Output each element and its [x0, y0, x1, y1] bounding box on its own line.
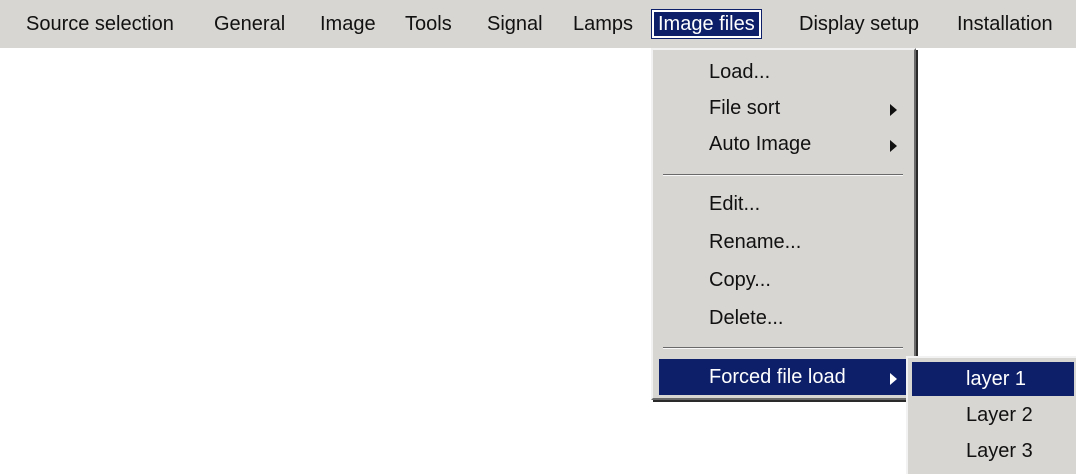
menubar-item-signal[interactable]: Signal	[487, 9, 543, 39]
menu-separator	[663, 347, 903, 349]
menu-item-label: Auto Image	[709, 133, 812, 155]
submenu-arrow-icon	[890, 373, 897, 385]
menu-item-label: Copy...	[709, 269, 771, 291]
menubar-item-source-selection[interactable]: Source selection	[26, 9, 174, 39]
menubar-item-tools[interactable]: Tools	[405, 9, 452, 39]
menu-item-label: Load...	[709, 61, 771, 83]
submenu-item-layer-2[interactable]: Layer 2	[912, 398, 1074, 432]
submenu-item-label: Layer 2	[966, 404, 1033, 426]
menu-item-forced-file-load[interactable]: Forced file load	[659, 359, 909, 395]
submenu-item-layer-1[interactable]: layer 1	[912, 362, 1074, 396]
menubar-item-installation[interactable]: Installation	[957, 9, 1053, 39]
menubar-item-image[interactable]: Image	[320, 9, 376, 39]
menu-item-delete[interactable]: Delete...	[659, 300, 909, 336]
submenu-arrow-icon	[890, 140, 897, 152]
menu-item-label: Delete...	[709, 307, 784, 329]
menubar-item-display-setup[interactable]: Display setup	[799, 9, 919, 39]
submenu-arrow-icon	[890, 104, 897, 116]
menu-item-file-sort[interactable]: File sort	[659, 90, 909, 126]
menu-item-label: Edit...	[709, 193, 761, 215]
menu-item-rename[interactable]: Rename...	[659, 224, 909, 260]
menu-item-auto-image[interactable]: Auto Image	[659, 126, 909, 162]
menu-separator	[663, 174, 903, 176]
menu-item-label: Forced file load	[709, 366, 846, 388]
menu-bar: Source selection General Image Tools Sig…	[0, 0, 1076, 48]
menu-item-label: File sort	[709, 97, 781, 119]
menu-item-label: Rename...	[709, 231, 802, 253]
menu-item-copy[interactable]: Copy...	[659, 262, 909, 298]
submenu-item-label: layer 1	[966, 368, 1027, 390]
image-files-dropdown-menu: Load... File sort Auto Image Edit... Ren…	[651, 48, 916, 400]
menubar-item-general[interactable]: General	[214, 9, 285, 39]
menu-item-edit[interactable]: Edit...	[659, 186, 909, 222]
menubar-item-lamps[interactable]: Lamps	[573, 9, 633, 39]
submenu-item-label: Layer 3	[966, 440, 1033, 462]
submenu-item-layer-3[interactable]: Layer 3	[912, 434, 1074, 468]
menubar-item-image-files[interactable]: Image files	[651, 9, 762, 39]
menu-item-load[interactable]: Load...	[659, 54, 909, 90]
forced-file-load-submenu: layer 1 Layer 2 Layer 3	[906, 356, 1076, 474]
